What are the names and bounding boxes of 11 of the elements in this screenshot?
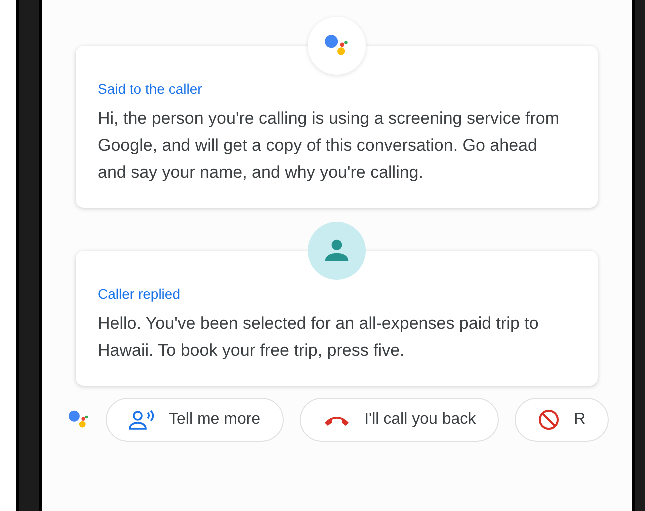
assistant-icon	[68, 410, 90, 430]
message-text: Hello. You've been selected for an all-expenses paid trip to Hawaii. To book your free trip, press five.	[98, 313, 540, 362]
message-label: Said to the caller	[98, 80, 204, 99]
reply-chip[interactable]: I'll call you back	[300, 398, 500, 442]
reply-chip[interactable]: R	[515, 398, 609, 442]
message-text: Hi, the person you're calling is using a screening service from Google, and will get a copy of this conversation. Go ahead and say your name, and why you're calling.	[98, 108, 561, 184]
block-icon	[538, 409, 560, 431]
message-label: Caller replied	[98, 285, 182, 304]
assistant-icon	[324, 34, 350, 58]
person-speaking-icon	[129, 410, 155, 430]
reply-chip[interactable]: Tell me more	[106, 398, 284, 442]
